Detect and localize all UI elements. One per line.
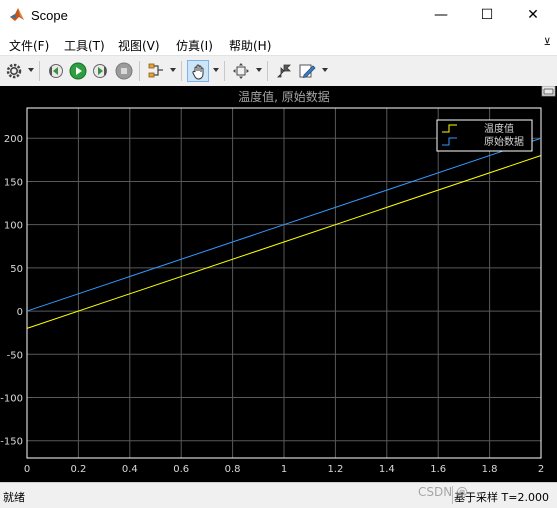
y-tick-label: 0 (17, 307, 23, 318)
close-icon: ✕ (527, 7, 539, 23)
y-tick-label: 100 (4, 221, 23, 232)
x-tick-label: 2 (538, 464, 544, 475)
scope-plot[interactable]: 温度值, 原始数据 0 0.2 0.4 0.6 0.8 1 1.2 1.4 1.6 1.8 2 200… (0, 85, 557, 482)
x-tick-label: 0 (24, 464, 30, 475)
y-tick-label: 200 (4, 134, 23, 145)
x-tick-label: 1.8 (482, 464, 498, 475)
toolbar-separator (139, 61, 140, 81)
step-forward-button[interactable] (90, 60, 112, 82)
style-button[interactable] (273, 60, 295, 82)
menu-file[interactable]: 文件(F) (9, 37, 49, 54)
menu-pin-icon[interactable]: ⊻ (544, 37, 551, 48)
pan-button[interactable] (187, 60, 209, 82)
x-tick-label: 0.4 (122, 464, 138, 475)
menu-tools[interactable]: 工具(T) (64, 37, 105, 54)
y-tick-label: -100 (0, 394, 23, 405)
run-button[interactable] (67, 60, 89, 82)
plot-grid (27, 108, 541, 458)
signal-select-dropdown-icon[interactable] (170, 68, 176, 72)
settings-dropdown-icon[interactable] (28, 68, 34, 72)
x-tick-label: 0.8 (225, 464, 241, 475)
menu-view[interactable]: 视图(V) (118, 37, 160, 54)
status-sample-time: 基于采样 T=2.000 (454, 491, 549, 504)
y-tick-label: -150 (0, 437, 23, 448)
signal-select-icon (148, 63, 163, 78)
title-bar: Scope — ☐ ✕ (0, 0, 557, 31)
style-icon (277, 64, 291, 78)
plot-title: 温度值, 原始数据 (238, 89, 330, 104)
x-tick-label: 0.6 (173, 464, 189, 475)
toolbar-separator (224, 61, 225, 81)
menu-bar: 文件(F) 工具(T) 视图(V) 仿真(I) 帮助(H) ⊻ (0, 32, 557, 54)
y-tick-label: 50 (10, 264, 23, 275)
maximize-icon: ☐ (480, 7, 494, 23)
menu-help[interactable]: 帮助(H) (229, 37, 271, 54)
plot-axes: 0 0.2 0.4 0.6 0.8 1 1.2 1.4 1.6 1.8 2 200 150 100 50 0 -… (0, 107, 544, 475)
toolbar-separator (39, 61, 40, 81)
x-tick-label: 0.2 (70, 464, 86, 475)
step-forward-icon (93, 64, 107, 78)
step-back-button[interactable] (44, 60, 66, 82)
stop-button[interactable] (113, 60, 135, 82)
pan-icon (192, 64, 204, 80)
close-button[interactable]: ✕ (510, 0, 556, 31)
signal-select-button[interactable] (145, 60, 167, 82)
menu-simulation[interactable]: 仿真(I) (176, 37, 213, 54)
scope-display[interactable]: 温度值, 原始数据 0 0.2 0.4 0.6 0.8 1 1.2 1.4 1.6 1.8 2 200… (0, 85, 557, 482)
pan-dropdown-icon[interactable] (213, 68, 219, 72)
settings-icon (6, 63, 22, 79)
toolbar (0, 55, 557, 87)
toolbar-separator (181, 61, 182, 81)
minimize-icon: — (434, 7, 448, 23)
toolbar-separator (267, 61, 268, 81)
matlab-logo-icon (10, 8, 24, 21)
y-tick-label: -50 (7, 350, 23, 361)
y-tick-label: 150 (4, 177, 23, 188)
legend[interactable]: 温度值原始数据 (436, 119, 533, 152)
edit-button[interactable] (296, 60, 318, 82)
legend-label: 温度值 (484, 122, 514, 135)
edit-icon (299, 64, 316, 79)
undock-button[interactable] (541, 85, 556, 97)
settings-button[interactable] (3, 60, 25, 82)
zoom-fit-dropdown-icon[interactable] (256, 68, 262, 72)
watermark: CSDN @ (418, 485, 469, 499)
maximize-button[interactable]: ☐ (464, 0, 510, 31)
status-ready: 就绪 (3, 491, 25, 504)
x-tick-label: 1.2 (327, 464, 343, 475)
x-tick-label: 1 (281, 464, 287, 475)
x-tick-label: 1.4 (379, 464, 395, 475)
stop-icon (115, 62, 133, 80)
window-title: Scope (31, 8, 68, 23)
x-tick-label: 1.6 (430, 464, 446, 475)
status-bar: 就绪 基于采样 T=2.000 (0, 482, 557, 508)
zoom-fit-icon (233, 63, 249, 79)
zoom-fit-button[interactable] (230, 60, 252, 82)
legend-label: 原始数据 (484, 135, 524, 148)
step-back-icon (49, 64, 63, 78)
edit-dropdown-icon[interactable] (322, 68, 328, 72)
run-icon (69, 62, 87, 80)
minimize-button[interactable]: — (418, 0, 464, 31)
